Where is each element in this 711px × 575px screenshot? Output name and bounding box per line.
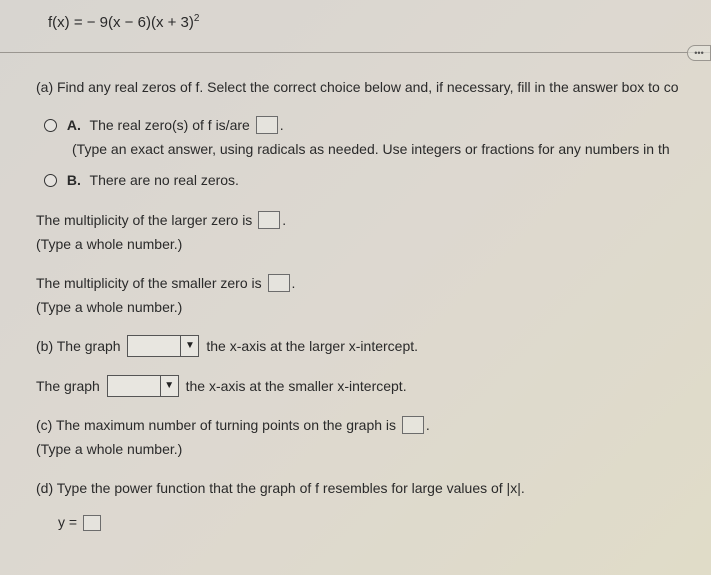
option-b-text: There are no real zeros. [90,172,239,188]
multiplicity-smaller: The multiplicity of the smaller zero is … [36,273,711,318]
divider: ••• [0,52,711,53]
option-a-line1b: . [280,117,284,133]
dropdown-larger-intercept[interactable]: ▼ [127,335,199,357]
part-b-2b: the x-axis at the smaller x-intercept. [186,378,407,394]
answer-box-mult-larger[interactable] [258,211,280,229]
part-c: (c) The maximum number of turning points… [36,415,711,460]
function-text: f(x) = − 9(x − 6)(x + 3) [48,14,194,31]
part-d-text: (d) Type the power function that the gra… [36,480,525,496]
part-b-2a: The graph [36,378,104,394]
part-b-line2: The graph ▼ the x-axis at the smaller x-… [36,375,711,397]
chevron-down-icon: ▼ [160,376,178,396]
answer-box-mult-smaller[interactable] [268,274,290,292]
radio-b[interactable] [44,174,57,187]
part-c-period: . [426,417,430,433]
chevron-down-icon: ▼ [180,336,198,356]
part-a-prompt: (a) Find any real zeros of f. Select the… [36,77,711,97]
part-c-text: (c) The maximum number of turning points… [36,417,400,433]
part-b-line1: (b) The graph ▼ the x-axis at the larger… [36,335,711,357]
option-a-block: A. The real zero(s) of f is/are . (Type … [44,115,711,160]
option-a-letter: A. [67,117,81,133]
mult-larger-period: . [282,212,286,228]
mult-smaller-text: The multiplicity of the smaller zero is [36,275,266,291]
answer-box-turning-points[interactable] [402,416,424,434]
mult-larger-text: The multiplicity of the larger zero is [36,212,256,228]
mult-larger-hint: (Type a whole number.) [36,236,182,252]
answer-box-zeros[interactable] [256,116,278,134]
part-a-text: (a) Find any real zeros of f. Select the… [36,79,679,95]
part-d: (d) Type the power function that the gra… [36,478,711,533]
option-b-letter: B. [67,172,81,188]
option-a-line1a: The real zero(s) of f is/are [90,117,254,133]
dropdown-smaller-intercept[interactable]: ▼ [107,375,179,397]
mult-smaller-period: . [292,275,296,291]
function-definition: f(x) = − 9(x − 6)(x + 3)2 [48,12,711,34]
part-b-1a: (b) The graph [36,338,124,354]
option-a-hint: (Type an exact answer, using radicals as… [72,141,670,157]
part-d-eq: y = [58,514,81,530]
mult-smaller-hint: (Type a whole number.) [36,299,182,315]
exponent: 2 [194,13,200,24]
radio-a[interactable] [44,119,57,132]
ellipsis-tab[interactable]: ••• [687,45,711,61]
part-b-1b: the x-axis at the larger x-intercept. [206,338,418,354]
answer-box-power-function[interactable] [83,515,101,531]
option-b-block: B. There are no real zeros. [44,170,711,190]
part-c-hint: (Type a whole number.) [36,441,182,457]
multiplicity-larger: The multiplicity of the larger zero is .… [36,210,711,255]
